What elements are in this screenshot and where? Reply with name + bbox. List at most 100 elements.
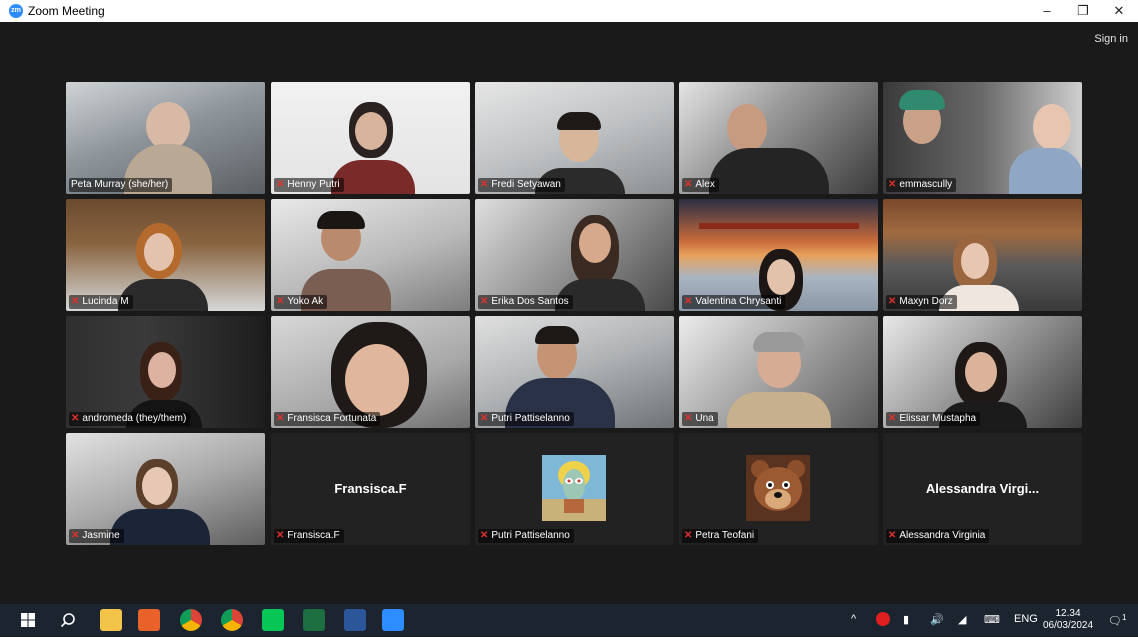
participant-tile[interactable]: Peta Murray (she/her): [66, 82, 265, 194]
muted-mic-icon: ✕: [71, 296, 80, 307]
participant-tile[interactable]: ✕ emmascully: [883, 82, 1082, 194]
bear-avatar: [746, 455, 810, 521]
muted-mic-icon: ✕: [888, 413, 897, 424]
clock-date: 06/03/2024: [1042, 620, 1094, 631]
participant-name-tag: ✕ Yoko Ak: [274, 295, 328, 309]
participant-tile[interactable]: ✕ Maxyn Dorz: [883, 199, 1082, 311]
muted-mic-icon: ✕: [684, 413, 693, 424]
muted-mic-icon: ✕: [480, 179, 489, 190]
minimize-button[interactable]: –: [1029, 0, 1065, 22]
participant-name-tag: ✕ Alex: [682, 178, 719, 192]
muted-mic-icon: ✕: [276, 413, 285, 424]
chrome-icon[interactable]: [180, 609, 202, 631]
participant-name-tag: ✕ Elissar Mustapha: [886, 412, 981, 426]
line-icon[interactable]: [262, 609, 284, 631]
participant-display-name: Fransisca.F: [334, 481, 407, 496]
participant-tile[interactable]: ✕ Putri Pattiselanno: [475, 316, 674, 428]
participant-tile[interactable]: ✕ Erika Dos Santos: [475, 199, 674, 311]
participant-face: [965, 352, 997, 392]
muted-mic-icon: ✕: [888, 179, 897, 190]
muted-mic-icon: ✕: [684, 296, 693, 307]
participant-name-tag: ✕ Jasmine: [69, 529, 124, 543]
participant-name-tag: Peta Murray (she/her): [69, 178, 173, 192]
participant-tile[interactable]: ✕ Jasmine: [66, 433, 265, 545]
participant-name-tag: ✕ Una: [682, 412, 718, 426]
participant-body: [110, 509, 210, 545]
participant-tile[interactable]: Fransisca.F ✕ Fransisca.F: [271, 433, 470, 545]
participant-tile[interactable]: ✕ Elissar Mustapha: [883, 316, 1082, 428]
participant-tile[interactable]: ✕ Valentina Chrysanti: [679, 199, 878, 311]
participant-name-tag: ✕ andromeda (they/them): [69, 412, 191, 426]
participant-name-tag: ✕ Maxyn Dorz: [886, 295, 957, 309]
participant-name-tag: ✕ Erika Dos Santos: [478, 295, 573, 309]
participant-name-tag: ✕ emmascully: [886, 178, 957, 192]
participant-hair: [557, 112, 601, 130]
wifi-icon[interactable]: ◢: [958, 613, 966, 626]
participant-name-tag: ✕ Fransisca Fortunata: [274, 412, 381, 426]
participant-face: [767, 259, 795, 295]
participant-face: [579, 223, 611, 263]
participant-body: [709, 148, 829, 194]
muted-mic-icon: ✕: [71, 530, 80, 541]
maximize-button[interactable]: ❐: [1065, 0, 1101, 22]
participant-name-tag: ✕ Putri Pattiselanno: [478, 412, 574, 426]
participant-tile[interactable]: ✕ Fredi Setyawan: [475, 82, 674, 194]
participant-tile[interactable]: ✕ Yoko Ak: [271, 199, 470, 311]
chrome-profile-icon[interactable]: [221, 609, 243, 631]
search-icon[interactable]: [57, 609, 79, 631]
participant-hair: [753, 332, 805, 352]
participant-tile[interactable]: ✕ Alex: [679, 82, 878, 194]
participant-tile[interactable]: ✕ Lucinda M: [66, 199, 265, 311]
participant-name-tag: ✕ Alessandra Virginia: [886, 529, 990, 543]
muted-mic-icon: ✕: [888, 296, 897, 307]
participant-tile[interactable]: ✕ Una: [679, 316, 878, 428]
excel-icon[interactable]: [303, 609, 325, 631]
system-clock[interactable]: 12.34 06/03/2024: [1042, 608, 1094, 632]
participant-tile[interactable]: Alessandra Virgi... ✕ Alessandra Virginia: [883, 433, 1082, 545]
muted-mic-icon: ✕: [684, 179, 693, 190]
antivirus-tray-icon[interactable]: [876, 612, 890, 626]
participant-face: [144, 233, 174, 271]
squidward-avatar: [542, 455, 606, 521]
battery-icon[interactable]: ▮: [903, 613, 909, 626]
participant-face: [345, 344, 409, 416]
office-icon[interactable]: [138, 609, 160, 631]
participant-name-tag: ✕ Putri Pattiselanno: [478, 529, 574, 543]
muted-mic-icon: ✕: [276, 530, 285, 541]
participant-tile[interactable]: ✕ andromeda (they/them): [66, 316, 265, 428]
muted-mic-icon: ✕: [276, 179, 285, 190]
windows-start-icon[interactable]: [17, 609, 39, 631]
participant-name-tag: ✕ Petra Teofani: [682, 529, 759, 543]
participant-hair: [535, 326, 579, 344]
notification-center-icon[interactable]: 🗨1: [1108, 613, 1126, 628]
bridge-deck: [699, 223, 859, 229]
participant-hair: [317, 211, 365, 229]
tray-overflow-chevron[interactable]: ^: [851, 613, 856, 625]
language-indicator[interactable]: ENG: [1014, 613, 1038, 625]
muted-mic-icon: ✕: [71, 413, 80, 424]
keyboard-icon[interactable]: ⌨: [984, 613, 1000, 626]
zoom-icon[interactable]: [382, 609, 404, 631]
participant-body-2: [1009, 148, 1082, 194]
participant-face: [961, 243, 989, 279]
participant-display-name: Alessandra Virgi...: [925, 481, 1040, 496]
window-title: Zoom Meeting: [28, 4, 105, 18]
word-icon[interactable]: [344, 609, 366, 631]
squidward-avatar-image: [542, 455, 606, 521]
clock-time: 12.34: [1055, 608, 1081, 619]
muted-mic-icon: ✕: [480, 530, 489, 541]
file-explorer-icon[interactable]: [100, 609, 122, 631]
close-button[interactable]: ✕: [1101, 0, 1137, 22]
participant-tile[interactable]: ✕ Petra Teofani: [679, 433, 878, 545]
bear-avatar-image: [746, 455, 810, 521]
participant-tile[interactable]: ✕ Henny Putri: [271, 82, 470, 194]
volume-icon[interactable]: 🔊: [930, 613, 944, 626]
muted-mic-icon: ✕: [480, 413, 489, 424]
participant-name-tag: ✕ Henny Putri: [274, 178, 344, 192]
participant-tile[interactable]: ✕ Putri Pattiselanno: [475, 433, 674, 545]
zoom-app-icon: zm: [9, 4, 23, 18]
participant-tile[interactable]: ✕ Fransisca Fortunata: [271, 316, 470, 428]
sign-in-link[interactable]: Sign in: [1094, 33, 1128, 45]
participant-body: [727, 392, 831, 428]
muted-mic-icon: ✕: [888, 530, 897, 541]
